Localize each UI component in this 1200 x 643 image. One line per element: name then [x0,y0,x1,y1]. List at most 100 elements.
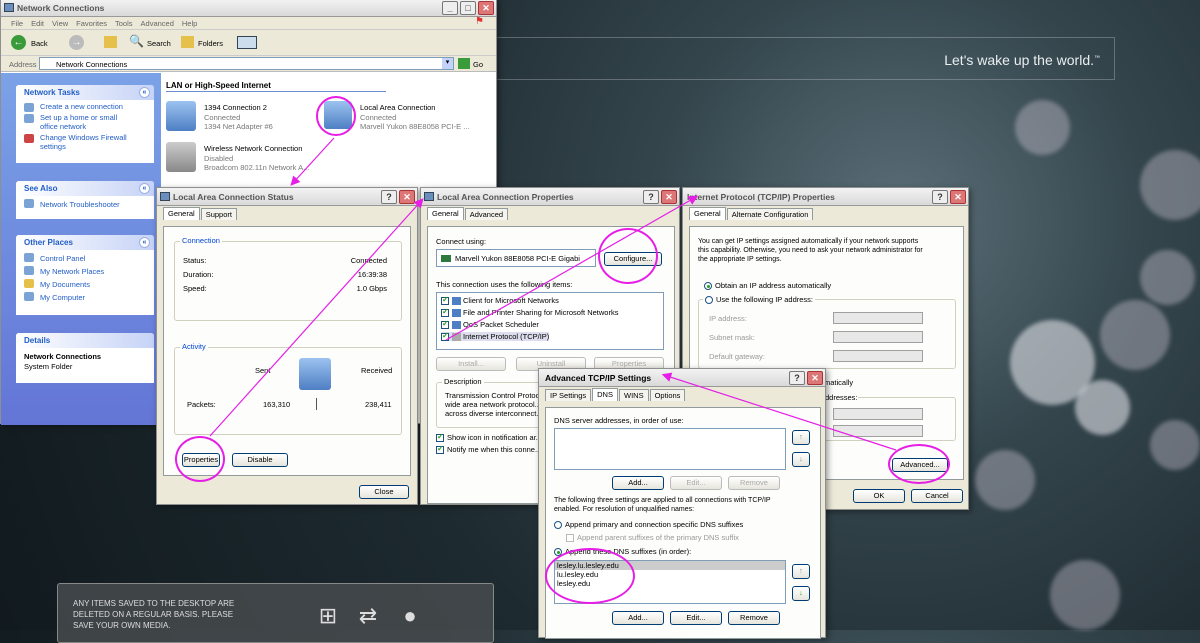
task-firewall[interactable]: Change Windows Firewall settings [16,131,154,151]
up-folder-icon[interactable] [104,36,117,48]
tab-dns[interactable]: DNS [592,388,618,401]
address-input[interactable]: Network Connections ▾ [39,57,454,70]
tab-general[interactable]: General [427,207,464,220]
task-create-connection[interactable]: Create a new connection [16,100,154,112]
go-arrow-icon[interactable] [458,58,470,69]
folders-button[interactable]: Folders [198,39,223,48]
disable-button[interactable]: Disable [232,453,288,467]
close-dialog-button[interactable]: Close [359,485,409,499]
install-button[interactable]: Install... [436,357,506,371]
close-button[interactable]: ✕ [399,190,415,204]
remove-dns-button[interactable]: Remove [728,476,780,490]
place-control-panel[interactable]: Control Panel [16,250,154,263]
subnet-field[interactable] [833,331,923,343]
component-item[interactable]: QoS Packet Scheduler [441,319,539,330]
checkbox[interactable] [436,432,444,443]
append-primary-option[interactable]: Append primary and connection specific D… [554,520,743,530]
close-button[interactable]: ✕ [950,190,966,204]
help-button[interactable]: ? [932,190,948,204]
tab-general[interactable]: General [163,207,200,220]
menu-tools[interactable]: Tools [115,17,133,29]
menu-help[interactable]: Help [182,17,197,29]
tab-wins[interactable]: WINS [618,389,649,401]
back-button[interactable]: Back [31,39,48,48]
connection-1394[interactable]: 1394 Connection 2 Connected 1394 Net Ada… [166,101,316,135]
preferred-dns-field[interactable] [833,408,923,420]
component-item[interactable]: Client for Microsoft Networks [441,295,559,306]
tab-advanced[interactable]: Advanced [464,208,509,220]
ok-button[interactable]: OK [853,489,905,503]
edit-suffix-button[interactable]: Edit... [670,611,722,625]
minimize-button[interactable]: _ [442,1,458,15]
tab-alternate[interactable]: Alternate Configuration [726,208,814,220]
tab-options[interactable]: Options [649,389,686,401]
place-documents[interactable]: My Documents [16,276,154,289]
remove-suffix-button[interactable]: Remove [728,611,780,625]
dns-servers-list[interactable] [554,428,786,470]
close-button[interactable]: ✕ [807,371,823,385]
alternate-dns-field[interactable] [833,425,923,437]
suffix-up-button[interactable]: ↑ [792,564,810,579]
notify-option[interactable]: Notify me when this conne... [436,444,542,455]
checkbox[interactable] [436,444,444,455]
menu-file[interactable]: File [11,17,23,29]
close-button[interactable]: ✕ [661,190,677,204]
place-network-places[interactable]: My Network Places [16,263,154,276]
task-home-network[interactable]: Set up a home or small office network [16,111,154,131]
menu-edit[interactable]: Edit [31,17,44,29]
component-item-tcpip[interactable]: Internet Protocol (TCP/IP) [441,331,550,342]
back-arrow-icon[interactable]: ← [11,35,26,50]
menu-view[interactable]: View [52,17,68,29]
desktop-notice-text: ANY ITEMS SAVED TO THE DESKTOP ARE DELET… [73,599,235,630]
maximize-button[interactable]: □ [460,1,476,15]
add-dns-button[interactable]: Add... [612,476,664,490]
add-suffix-button[interactable]: Add... [612,611,664,625]
obtain-ip-option[interactable]: Obtain an IP address automatically [704,281,831,291]
suffix-down-button[interactable]: ↓ [792,586,810,601]
checkbox[interactable] [566,534,574,543]
append-parent-option[interactable]: Append parent suffixes of the primary DN… [566,533,739,543]
search-button[interactable]: Search [147,39,171,48]
help-button[interactable]: ? [643,190,659,204]
help-button[interactable]: ? [381,190,397,204]
forward-arrow-icon[interactable]: → [69,35,84,50]
show-icon-option[interactable]: Show icon in notification ar... [436,432,542,443]
checkbox[interactable] [441,319,449,330]
ip-address-field[interactable] [833,312,923,324]
tab-general[interactable]: General [689,207,726,220]
tab-support[interactable]: Support [200,208,237,220]
use-following-ip-option[interactable]: Use the following IP address: [703,295,815,305]
connection-wireless[interactable]: Wireless Network Connection Disabled Bro… [166,142,326,176]
radio[interactable] [704,282,712,291]
menu-favorites[interactable]: Favorites [76,17,107,29]
checkbox[interactable] [441,295,449,306]
go-button[interactable]: Go [473,60,483,69]
views-icon[interactable] [237,36,257,49]
tab-ip-settings[interactable]: IP Settings [545,389,592,401]
close-button[interactable]: ✕ [478,1,494,15]
checkbox[interactable] [441,331,449,342]
up-arrow-button[interactable]: ↑ [792,430,810,445]
components-list[interactable]: Client for Microsoft Networks File and P… [436,292,664,350]
collapse-icon[interactable]: « [139,183,150,194]
dropdown-icon[interactable]: ▾ [442,58,453,69]
qos-icon [452,321,461,330]
component-item[interactable]: File and Printer Sharing for Microsoft N… [441,307,618,318]
notify-label: Notify me when this conne... [447,445,542,454]
down-arrow-button[interactable]: ↓ [792,452,810,467]
collapse-icon[interactable]: « [139,87,150,98]
gateway-field[interactable] [833,350,923,362]
collapse-icon[interactable]: « [139,237,150,248]
folders-icon[interactable] [181,36,194,48]
checkbox[interactable] [441,307,449,318]
radio[interactable] [554,521,562,530]
place-computer[interactable]: My Computer [16,289,154,302]
help-button[interactable]: ? [789,371,805,385]
task-troubleshooter[interactable]: Network Troubleshooter [16,196,154,209]
printer-icon [452,309,461,318]
edit-dns-button[interactable]: Edit... [670,476,722,490]
menu-advanced[interactable]: Advanced [141,17,174,29]
cancel-button[interactable]: Cancel [911,489,963,503]
search-icon[interactable]: 🔍 [129,34,144,48]
radio[interactable] [705,296,713,305]
